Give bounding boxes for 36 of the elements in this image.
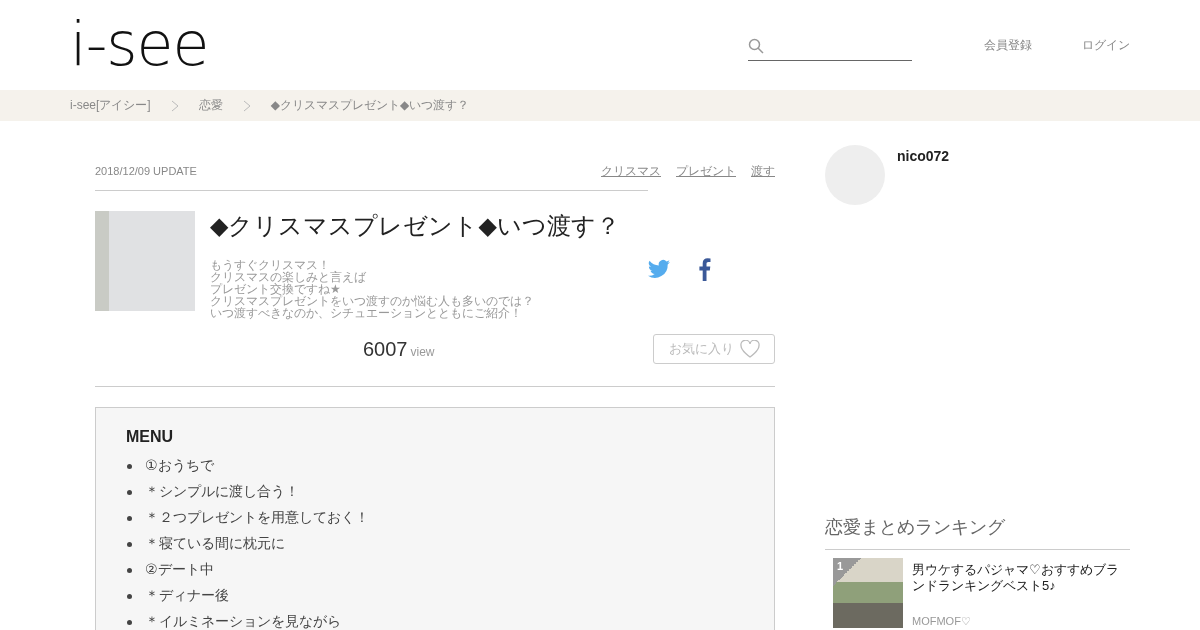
article-title: ◆クリスマスプレゼント◆いつ渡す？ bbox=[210, 211, 621, 241]
ranking-author: MOFMOF♡ bbox=[912, 615, 972, 628]
chevron-icon bbox=[170, 99, 179, 112]
breadcrumb-item: ◆クリスマスプレゼント◆いつ渡す？ bbox=[270, 97, 470, 114]
menu-link[interactable]: ＊シンプルに渡し合う！ bbox=[145, 483, 299, 501]
bullet-icon bbox=[127, 593, 132, 599]
tag-link[interactable]: 渡す bbox=[751, 163, 775, 180]
tag-link[interactable]: クリスマス bbox=[601, 163, 661, 180]
view-label: view bbox=[410, 344, 435, 359]
bullet-icon bbox=[127, 619, 132, 625]
article-description: もうすぐクリスマス！ クリスマスの楽しみと言えば プレゼント交換ですね★ クリスマスプレゼントをいつ渡すのか悩む人も多いのでは？ いつ渡すべきなのか、シチュエーションとともにご紹介！ bbox=[210, 259, 535, 319]
bullet-icon bbox=[127, 541, 132, 547]
view-count: 6007 bbox=[363, 337, 408, 361]
bullet-icon bbox=[127, 489, 132, 495]
menu-link[interactable]: ②デート中 bbox=[145, 561, 214, 579]
ranking-title-link[interactable]: 男ウケするパジャマ♡おすすめブランドランキングベスト5♪ bbox=[912, 562, 1122, 594]
nav-link[interactable]: ログイン bbox=[1082, 36, 1130, 54]
search-icon bbox=[748, 37, 764, 54]
menu-link[interactable]: ＊イルミネーションを見ながら bbox=[145, 613, 341, 630]
bullet-icon bbox=[127, 515, 132, 521]
tag-link[interactable]: プレゼント bbox=[676, 163, 736, 180]
menu-link[interactable]: ＊ディナー後 bbox=[145, 587, 229, 605]
menu-heading: MENU bbox=[126, 428, 175, 446]
author-name[interactable]: nico072 bbox=[897, 148, 950, 505]
nav-link[interactable]: 会員登録 bbox=[984, 36, 1032, 54]
update-date: 2018/12/09 UPDATE bbox=[95, 165, 197, 177]
ranking-heading: 恋愛まとめランキング bbox=[825, 515, 1130, 550]
bullet-icon bbox=[127, 567, 132, 573]
menu-link[interactable]: ＊２つプレゼントを用意しておく！ bbox=[145, 509, 369, 527]
menu-link[interactable]: ＊寝ている間に枕元に bbox=[145, 535, 285, 553]
bullet-icon bbox=[127, 463, 132, 469]
menu-link[interactable]: ①おうちで bbox=[145, 457, 214, 475]
site-logo[interactable]: i-see bbox=[70, 14, 209, 74]
chevron-icon bbox=[242, 99, 251, 112]
rank-number: 1 bbox=[837, 560, 844, 572]
heart-icon bbox=[739, 340, 760, 358]
